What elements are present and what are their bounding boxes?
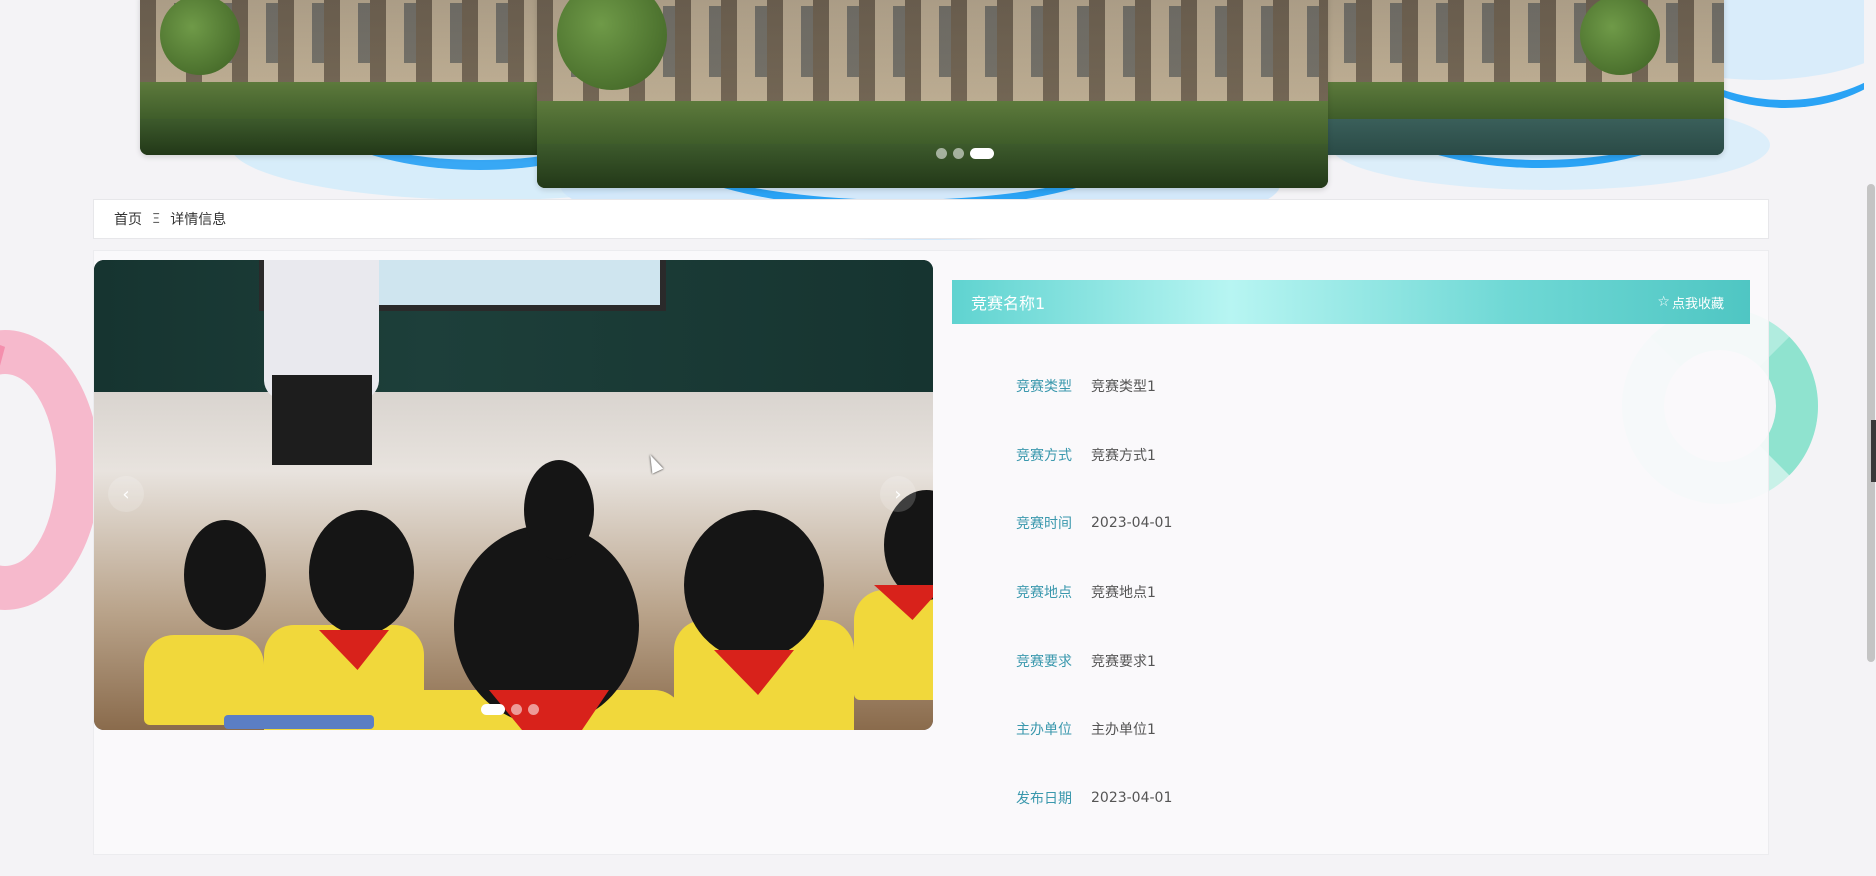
detail-info-list: 竞赛类型 竞赛类型1 竞赛方式 竞赛方式1 竞赛时间 2023-04-01 竞赛…	[1016, 352, 1172, 832]
info-label: 竞赛要求	[1016, 653, 1072, 670]
info-value: 竞赛要求1	[1091, 653, 1156, 670]
banner-dot-active[interactable]	[970, 148, 994, 159]
side-handle[interactable]	[1871, 420, 1876, 482]
info-label: 竞赛方式	[1016, 447, 1072, 464]
photo-pagination	[481, 704, 539, 715]
photo-dot-active[interactable]	[481, 704, 505, 715]
info-row-time: 竞赛时间 2023-04-01	[1016, 489, 1172, 558]
info-row-type: 竞赛类型 竞赛类型1	[1016, 352, 1172, 421]
info-value: 2023-04-01	[1091, 515, 1173, 532]
breadcrumb: 首页 Ξ 详情信息	[93, 199, 1769, 239]
favorite-button[interactable]: ☆ 点我收藏	[1657, 293, 1724, 312]
detail-title: 竞赛名称1	[971, 294, 1046, 313]
banner-dot[interactable]	[953, 148, 964, 159]
info-label: 发布日期	[1016, 790, 1072, 807]
info-value: 竞赛地点1	[1091, 585, 1156, 602]
info-label: 主办单位	[1016, 722, 1072, 739]
photo-dot[interactable]	[528, 704, 539, 715]
info-label: 竞赛地点	[1016, 585, 1072, 602]
campus-image	[140, 0, 560, 155]
info-label: 竞赛时间	[1016, 516, 1072, 533]
chevron-right-icon: ›	[894, 483, 902, 505]
decorative-pink-ring	[0, 330, 100, 610]
carousel-next-button[interactable]: ›	[880, 476, 916, 512]
banner-dot[interactable]	[936, 148, 947, 159]
breadcrumb-home[interactable]: 首页	[114, 209, 142, 229]
info-row-method: 竞赛方式 竞赛方式1	[1016, 421, 1172, 490]
photo-carousel[interactable]	[94, 260, 933, 730]
breadcrumb-current: 详情信息	[170, 212, 227, 228]
banner-slide-previous[interactable]	[140, 0, 560, 155]
info-row-publish-date: 发布日期 2023-04-01	[1016, 764, 1172, 833]
classroom-photo	[94, 260, 933, 730]
breadcrumb-separator-icon: Ξ	[152, 211, 161, 227]
chevron-left-icon: ‹	[122, 483, 130, 505]
info-value: 主办单位1	[1091, 722, 1156, 739]
favorite-label: 点我收藏	[1671, 296, 1724, 312]
carousel-prev-button[interactable]: ‹	[108, 476, 144, 512]
info-row-organizer: 主办单位 主办单位1	[1016, 695, 1172, 764]
campus-image	[1310, 0, 1724, 155]
info-row-location: 竞赛地点 竞赛地点1	[1016, 558, 1172, 627]
banner-carousel[interactable]	[0, 0, 1876, 200]
info-value: 竞赛方式1	[1091, 447, 1156, 464]
info-value: 2023-04-01	[1091, 789, 1173, 806]
info-value: 竞赛类型1	[1091, 379, 1156, 396]
photo-dot[interactable]	[511, 704, 522, 715]
info-row-requirement: 竞赛要求 竞赛要求1	[1016, 626, 1172, 695]
star-icon: ☆	[1657, 294, 1670, 310]
banner-pagination	[936, 148, 994, 159]
banner-slide-active[interactable]	[537, 0, 1328, 188]
info-label: 竞赛类型	[1016, 379, 1072, 396]
campus-image	[537, 0, 1328, 188]
banner-slide-next[interactable]	[1310, 0, 1724, 155]
detail-title-bar: 竞赛名称1 ☆ 点我收藏	[952, 280, 1750, 324]
